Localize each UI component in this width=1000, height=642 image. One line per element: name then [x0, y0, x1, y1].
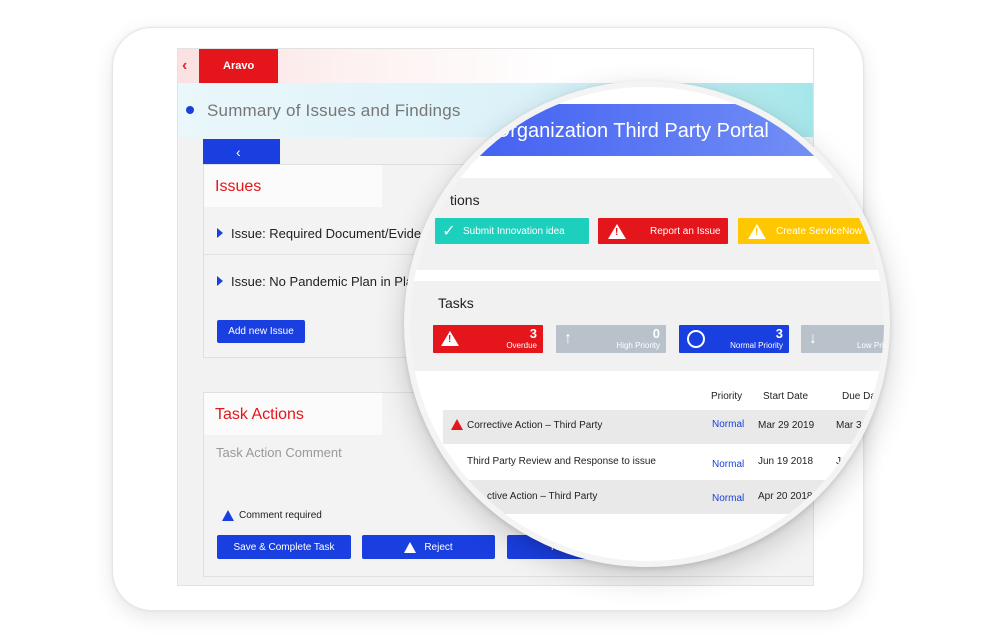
column-header-priority[interactable]: Priority — [711, 391, 742, 402]
arrow-up-icon: ↑ — [564, 330, 572, 347]
task-priority: Normal — [712, 493, 745, 504]
issue-item[interactable]: Issue: No Pandemic Plan in Pla — [217, 274, 413, 289]
table-row[interactable]: Third Party Review and Response to issue… — [443, 445, 884, 479]
portal-header: g Organization Third Party Portal — [410, 104, 884, 156]
action-label: Create ServiceNow Ti — [776, 225, 873, 237]
submit-innovation-button[interactable]: ✓ Submit Innovation idea — [435, 218, 589, 244]
task-start-date: Apr 20 2018 — [758, 491, 813, 502]
save-complete-task-button[interactable]: Save & Complete Task — [217, 535, 351, 559]
expand-arrow-icon — [217, 276, 223, 286]
action-label: Report an Issue — [650, 225, 721, 237]
comment-required-message: Comment required — [222, 510, 322, 521]
task-name: Third Party Review and Response to issue — [467, 456, 656, 467]
normal-priority-label: Normal Priority — [730, 341, 783, 350]
table-row[interactable]: ctive Action – Third Party Normal Apr 20… — [443, 480, 884, 514]
warning-icon — [451, 419, 463, 430]
circle-icon — [687, 330, 705, 348]
overdue-count: 3 — [529, 326, 537, 341]
arrow-down-icon: ↓ — [809, 330, 817, 347]
task-due-date: Mar 31 2 — [836, 420, 876, 431]
action-label: Submit Innovation idea — [463, 225, 565, 237]
issue-label: Issue: No Pandemic Plan in Pla — [231, 274, 414, 289]
overdue-card[interactable]: 3 Overdue — [433, 325, 543, 353]
high-priority-card[interactable]: ↑ 0 High Priority — [556, 325, 666, 353]
task-actions-header: Task Actions — [204, 393, 382, 435]
high-priority-count: 0 — [652, 326, 660, 341]
task-priority: Normal — [712, 419, 745, 430]
actions-label: tions — [450, 192, 480, 208]
overdue-label: Overdue — [506, 341, 537, 350]
magnifier-lens: g Organization Third Party Portal tions … — [404, 81, 890, 567]
check-icon: ✓ — [442, 223, 456, 240]
low-priority-card[interactable]: ↓ Low Prior — [801, 325, 890, 353]
warning-icon — [441, 331, 459, 346]
normal-priority-card[interactable]: 3 Normal Priority — [679, 325, 789, 353]
low-priority-label: Low Prior — [857, 341, 890, 350]
report-issue-button[interactable]: Report an Issue — [598, 218, 728, 244]
comment-required-text: Comment required — [239, 510, 322, 521]
task-actions-title: Task Actions — [215, 406, 304, 423]
task-start-date: Jun 19 2018 — [758, 456, 814, 467]
tasks-section: Tasks 3 Overdue ↑ 0 High Priority 3 Norm… — [410, 281, 890, 371]
tasks-label: Tasks — [438, 295, 474, 311]
top-bar: ‹ Aravo — [178, 49, 813, 83]
warning-icon — [222, 510, 234, 521]
task-due-date: Jun — [836, 456, 853, 467]
task-priority: Normal — [712, 459, 745, 470]
back-chevron-icon[interactable]: ‹ — [182, 57, 187, 75]
brand-tab[interactable]: Aravo — [199, 49, 278, 83]
create-servicenow-button[interactable]: Create ServiceNow Ti — [738, 218, 884, 244]
normal-priority-count: 3 — [775, 326, 783, 341]
column-header-due-date[interactable]: Due Date — [842, 391, 884, 402]
back-button[interactable]: ‹ — [203, 139, 280, 164]
task-comment-field[interactable]: Task Action Comment — [216, 445, 342, 460]
task-name: Corrective Action – Third Party — [467, 420, 603, 431]
add-issue-button[interactable]: Add new Issue — [217, 320, 305, 343]
actions-section: tions ✓ Submit Innovation idea Report an… — [410, 178, 884, 270]
bullet-dot-icon — [186, 106, 194, 114]
warning-icon — [608, 223, 626, 239]
task-name: ctive Action – Third Party — [487, 491, 598, 502]
expand-arrow-icon — [217, 228, 223, 238]
table-row[interactable]: Corrective Action – Third Party Normal M… — [443, 410, 884, 444]
issue-label: Issue: Required Document/Evide — [231, 226, 422, 241]
column-header-start-date[interactable]: Start Date — [763, 391, 808, 402]
high-priority-label: High Priority — [616, 341, 660, 350]
warning-icon — [748, 223, 766, 239]
task-start-date: Mar 29 2019 — [758, 420, 815, 431]
issues-header: Issues — [204, 165, 382, 207]
portal-title: g Organization Third Party Portal — [478, 120, 769, 142]
issue-item[interactable]: Issue: Required Document/Evide — [217, 226, 421, 241]
issues-title: Issues — [215, 178, 262, 195]
